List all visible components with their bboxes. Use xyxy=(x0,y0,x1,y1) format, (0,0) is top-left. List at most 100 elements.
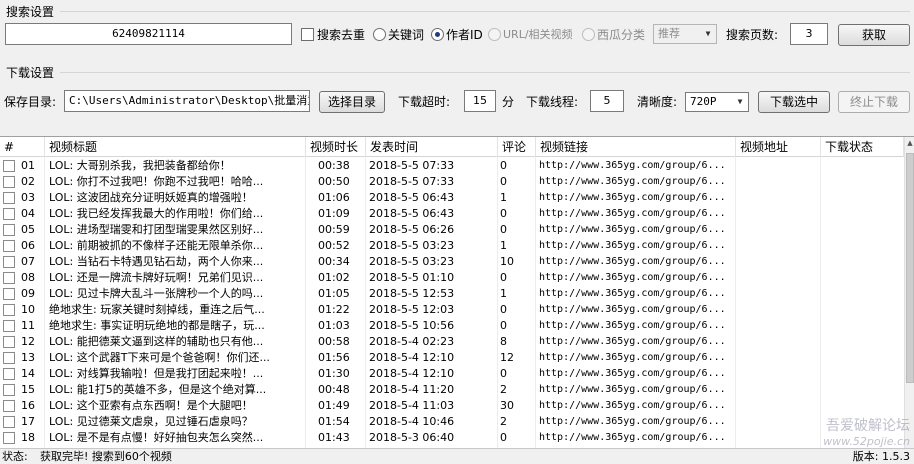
timeout-input[interactable]: 15 xyxy=(464,90,496,112)
sort-select[interactable]: 推荐 ▼ xyxy=(653,24,717,44)
row-link: http://www.365yg.com/group/6... xyxy=(539,272,726,283)
mode-url-radio[interactable] xyxy=(488,28,501,41)
row-checkbox[interactable] xyxy=(3,416,15,428)
header-comments[interactable]: 评论 xyxy=(498,137,536,157)
row-checkbox[interactable] xyxy=(3,256,15,268)
row-publish-time: 2018-5-4 12:10 xyxy=(369,351,455,364)
timeout-unit-label: 分 xyxy=(502,95,515,109)
table-row[interactable]: 14 LOL: 对线算我输啦！但是我打团起来啦！... 01:30 2018-5-4 … xyxy=(0,366,904,382)
row-checkbox[interactable] xyxy=(3,272,15,284)
row-index: 04 xyxy=(21,207,35,220)
download-settings-title: 下载设置 xyxy=(6,66,55,80)
row-checkbox[interactable] xyxy=(3,336,15,348)
header-duration[interactable]: 视频时长 xyxy=(306,137,366,157)
download-selected-button[interactable]: 下载选中 xyxy=(758,91,830,113)
row-title: LOL: 能1打5的英雄不多，但是这个绝对算... xyxy=(49,383,267,396)
row-checkbox[interactable] xyxy=(3,320,15,332)
row-duration: 01:43 xyxy=(318,431,350,444)
row-checkbox[interactable] xyxy=(3,304,15,316)
table-row[interactable]: 10 绝地求生: 玩家关键时刻掉线，重连之后气... 01:22 2018-5-5 1… xyxy=(0,302,904,318)
table-row[interactable]: 11 绝地求生: 事实证明玩绝地的都是瞎子，玩... 01:03 2018-5-5 1… xyxy=(0,318,904,334)
table-row[interactable]: 03 LOL: 这波团战充分证明妖姬真的增强啦！ 01:06 2018-5-5 06:… xyxy=(0,190,904,206)
row-comments: 0 xyxy=(500,207,507,220)
header-video-url[interactable]: 视频地址 xyxy=(736,137,821,157)
chevron-up-icon[interactable]: ▲ xyxy=(905,137,914,149)
row-index: 01 xyxy=(21,159,35,172)
table-row[interactable]: 15 LOL: 能1打5的英雄不多，但是这个绝对算... 00:48 2018-5-4… xyxy=(0,382,904,398)
search-settings-divider xyxy=(60,11,910,12)
table-row[interactable]: 18 LOL: 是不是有点慢！好好抽包夹怎么突然... 01:43 2018-5-3 … xyxy=(0,430,904,446)
mode-keyword-radio[interactable] xyxy=(373,28,386,41)
scrollbar-thumb[interactable] xyxy=(906,153,914,383)
row-link: http://www.365yg.com/group/6... xyxy=(539,384,726,395)
row-checkbox[interactable] xyxy=(3,352,15,364)
header-link[interactable]: 视频链接 xyxy=(536,137,736,157)
header-publish-time[interactable]: 发表时间 xyxy=(366,137,498,157)
row-index: 05 xyxy=(21,223,35,236)
header-title[interactable]: 视频标题 xyxy=(45,137,306,157)
threads-input[interactable]: 5 xyxy=(590,90,624,112)
row-link: http://www.365yg.com/group/6... xyxy=(539,160,726,171)
table-row[interactable]: 02 LOL: 你打不过我吧！你跑不过我吧！哈哈... 00:50 2018-5-5 … xyxy=(0,174,904,190)
video-table[interactable]: # 视频标题 视频时长 发表时间 评论 视频链接 视频地址 下载状态 01 LOL… xyxy=(0,136,914,448)
row-link: http://www.365yg.com/group/6... xyxy=(539,336,726,347)
table-row[interactable]: 08 LOL: 还是一牌流卡牌好玩啊！兄弟们见识... 01:02 2018-5-5 … xyxy=(0,270,904,286)
row-title: LOL: 这个亚索有点东西啊！是个大腿吧！ xyxy=(49,399,253,412)
table-row[interactable]: 17 LOL: 见过德莱文虐泉，见过锤石虐泉吗？ 01:54 2018-5-4 10:… xyxy=(0,414,904,430)
row-checkbox[interactable] xyxy=(3,384,15,396)
row-checkbox[interactable] xyxy=(3,192,15,204)
row-comments: 10 xyxy=(500,255,514,268)
search-query-input[interactable]: 62409821114 xyxy=(5,23,292,45)
download-settings-divider xyxy=(60,72,910,73)
quality-label: 清晰度: xyxy=(637,95,678,109)
row-link: http://www.365yg.com/group/6... xyxy=(539,240,726,251)
save-dir-input[interactable]: C:\Users\Administrator\Desktop\批量消重\ xyxy=(64,90,310,112)
search-pages-input[interactable]: 3 xyxy=(790,23,828,45)
row-checkbox[interactable] xyxy=(3,368,15,380)
row-comments: 2 xyxy=(500,415,507,428)
row-publish-time: 2018-5-5 03:23 xyxy=(369,255,455,268)
choose-dir-button[interactable]: 选择目录 xyxy=(319,91,385,113)
row-index: 11 xyxy=(21,319,35,332)
table-row[interactable]: 06 LOL: 前期被抓的不像样子还能无限单杀你... 00:52 2018-5-5 … xyxy=(0,238,904,254)
row-title: LOL: 是不是有点慢！好好抽包夹怎么突然... xyxy=(49,431,264,444)
fetch-button[interactable]: 获取 xyxy=(838,24,910,46)
stop-download-button[interactable]: 终止下载 xyxy=(838,91,910,113)
row-checkbox[interactable] xyxy=(3,240,15,252)
row-index: 09 xyxy=(21,287,35,300)
quality-select[interactable]: 720P ▼ xyxy=(685,92,749,112)
row-link: http://www.365yg.com/group/6... xyxy=(539,224,726,235)
row-checkbox[interactable] xyxy=(3,176,15,188)
table-row[interactable]: 04 LOL: 我已经发挥我最大的作用啦！你们给... 01:09 2018-5-5 … xyxy=(0,206,904,222)
row-title: LOL: 对线算我输啦！但是我打团起来啦！... xyxy=(49,367,264,380)
row-link: http://www.365yg.com/group/6... xyxy=(539,208,726,219)
table-row[interactable]: 07 LOL: 当钻石卡特遇见钻石劫，两个人你来... 00:34 2018-5-5 … xyxy=(0,254,904,270)
threads-label: 下载线程: xyxy=(526,95,579,109)
table-row[interactable]: 09 LOL: 见过卡牌大乱斗一张牌秒一个人的吗... 01:05 2018-5-5 … xyxy=(0,286,904,302)
row-checkbox[interactable] xyxy=(3,160,15,172)
row-checkbox[interactable] xyxy=(3,400,15,412)
table-scrollbar[interactable]: ▲ xyxy=(904,137,914,448)
mode-category-radio[interactable] xyxy=(582,28,595,41)
row-checkbox[interactable] xyxy=(3,432,15,444)
row-duration: 01:03 xyxy=(318,319,350,332)
table-row[interactable]: 16 LOL: 这个亚索有点东西啊！是个大腿吧！ 01:49 2018-5-4 11:… xyxy=(0,398,904,414)
header-download-status[interactable]: 下载状态 xyxy=(821,137,904,157)
save-dir-label: 保存目录: xyxy=(4,95,57,109)
mode-author-radio[interactable] xyxy=(431,28,444,41)
table-row[interactable]: 01 LOL: 大哥别杀我，我把装备都给你！ 00:38 2018-5-5 07:33… xyxy=(0,158,904,174)
mode-keyword-label: 关键词 xyxy=(388,28,425,42)
row-checkbox[interactable] xyxy=(3,208,15,220)
row-checkbox[interactable] xyxy=(3,288,15,300)
dedup-checkbox[interactable] xyxy=(301,28,314,41)
header-index[interactable]: # xyxy=(0,137,45,157)
row-comments: 0 xyxy=(500,223,507,236)
row-checkbox[interactable] xyxy=(3,224,15,236)
table-row[interactable]: 05 LOL: 进场型瑞雯和打团型瑞雯果然区别好... 00:59 2018-5-5 … xyxy=(0,222,904,238)
row-duration: 01:49 xyxy=(318,399,350,412)
row-link: http://www.365yg.com/group/6... xyxy=(539,400,726,411)
table-row[interactable]: 12 LOL: 能把德莱文逼到这样的辅助也只有他... 00:58 2018-5-4 … xyxy=(0,334,904,350)
row-title: LOL: 大哥别杀我，我把装备都给你！ xyxy=(49,159,231,172)
mode-author-label: 作者ID xyxy=(446,28,483,42)
table-row[interactable]: 13 LOL: 这个武器T下来可是个爸爸啊！你们还... 01:56 2018-5-4… xyxy=(0,350,904,366)
